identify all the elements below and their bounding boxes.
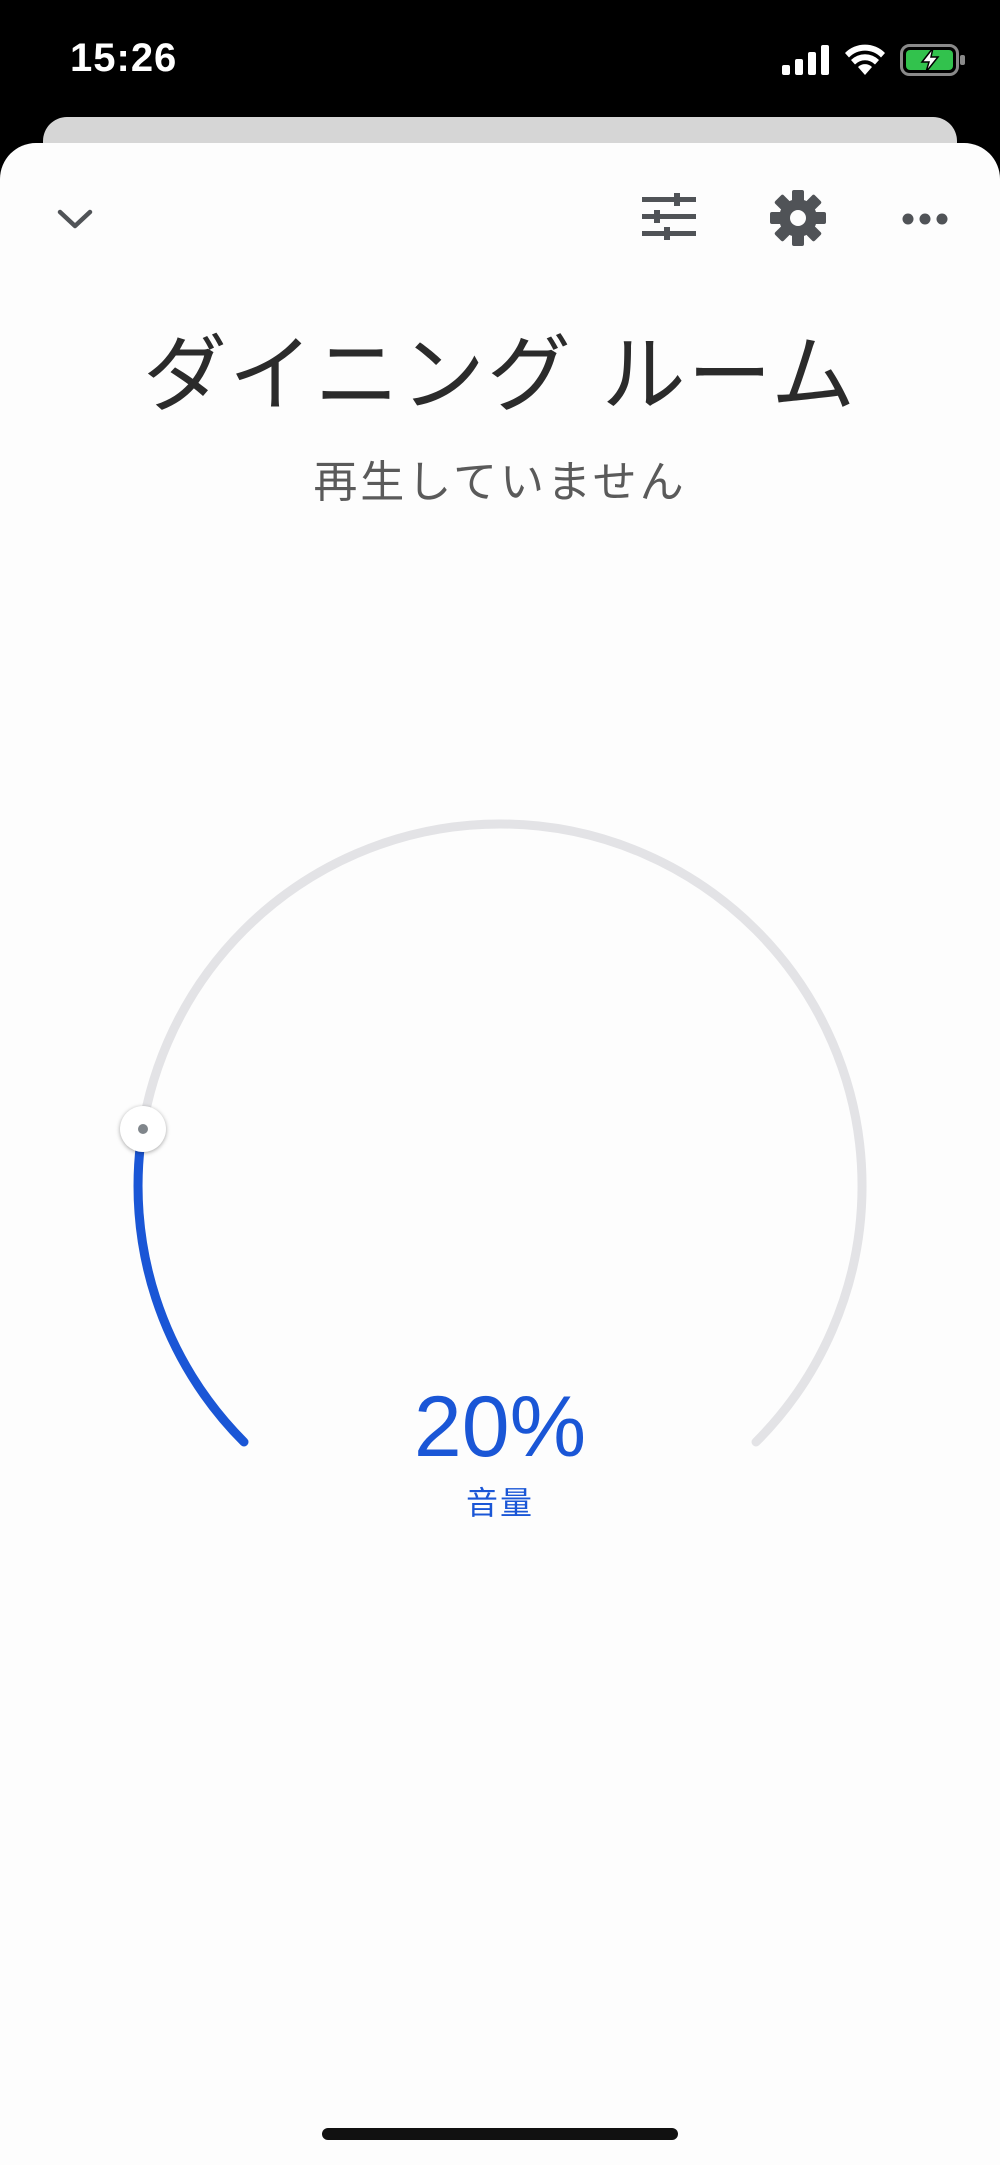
equalizer-icon bbox=[642, 193, 696, 245]
volume-dial-handle[interactable] bbox=[119, 1106, 166, 1153]
signal-icon bbox=[782, 45, 830, 79]
more-horiz-icon bbox=[902, 210, 948, 229]
status-icons bbox=[782, 44, 966, 80]
device-name: ダイニング ルーム bbox=[142, 326, 858, 424]
battery-charging-icon bbox=[900, 44, 966, 80]
volume-label: 音量 bbox=[465, 1484, 534, 1522]
settings-button[interactable] bbox=[761, 183, 835, 257]
gear-icon bbox=[769, 189, 827, 251]
status-bar: 15:26 bbox=[0, 0, 1000, 118]
status-time: 15:26 bbox=[70, 36, 178, 80]
equalizer-button[interactable] bbox=[634, 184, 704, 254]
chevron-down-icon bbox=[55, 207, 95, 235]
more-options-button[interactable] bbox=[890, 184, 960, 254]
playback-status: 再生していません bbox=[313, 457, 687, 508]
home-indicator bbox=[322, 2128, 678, 2140]
volume-percentage: 20% bbox=[413, 1379, 587, 1475]
collapse-button[interactable] bbox=[40, 186, 110, 256]
wifi-icon bbox=[844, 44, 886, 80]
